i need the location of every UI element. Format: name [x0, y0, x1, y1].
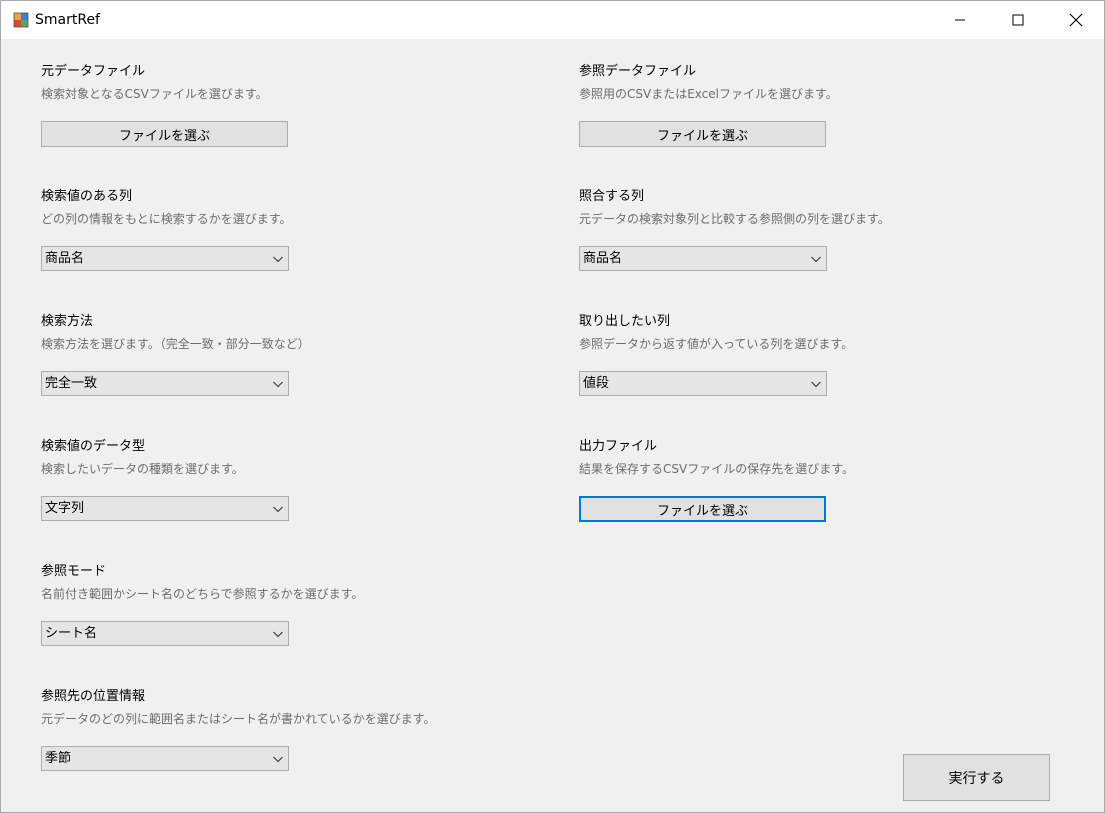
- chevron-down-icon: [273, 256, 283, 263]
- ref-location-select[interactable]: 季節: [41, 746, 289, 771]
- close-icon: [1069, 13, 1083, 27]
- data-type-select[interactable]: 文字列: [41, 496, 289, 521]
- data-type-desc: 検索したいデータの種類を選びます。: [41, 462, 244, 476]
- source-file-label: 元データファイル: [41, 64, 146, 79]
- ref-location-label: 参照先の位置情報: [41, 689, 146, 704]
- window-title: SmartRef: [35, 12, 100, 28]
- app-window: SmartRef 元データファイル 検索対象となるCSVファイルを選びます。 フ…: [0, 0, 1105, 813]
- search-column-value: 商品名: [45, 251, 85, 266]
- extract-column-desc: 参照データから返す値が入っている列を選びます。: [579, 337, 854, 351]
- ref-mode-value: シート名: [45, 626, 98, 641]
- chevron-down-icon: [273, 381, 283, 388]
- output-file-label: 出力ファイル: [579, 439, 658, 454]
- ref-file-desc: 参照用のCSVまたはExcelファイルを選びます。: [579, 87, 838, 101]
- search-column-select[interactable]: 商品名: [41, 246, 289, 271]
- data-type-value: 文字列: [45, 501, 85, 516]
- chevron-down-icon: [273, 631, 283, 638]
- close-button[interactable]: [1047, 1, 1105, 39]
- minimize-button[interactable]: [931, 1, 989, 39]
- match-column-desc: 元データの検索対象列と比較する参照側の列を選びます。: [579, 212, 890, 226]
- extract-column-value: 値段: [583, 376, 610, 391]
- chevron-down-icon: [273, 756, 283, 763]
- maximize-icon: [1012, 14, 1024, 26]
- ref-mode-select[interactable]: シート名: [41, 621, 289, 646]
- chevron-down-icon: [811, 256, 821, 263]
- match-column-select[interactable]: 商品名: [579, 246, 827, 271]
- output-file-button[interactable]: ファイルを選ぶ: [579, 496, 826, 522]
- minimize-icon: [955, 19, 965, 21]
- search-method-label: 検索方法: [41, 314, 94, 329]
- ref-mode-desc: 名前付き範囲かシート名のどちらで参照するかを選びます。: [41, 587, 364, 601]
- output-file-desc: 結果を保存するCSVファイルの保存先を選びます。: [579, 462, 855, 476]
- ref-file-button[interactable]: ファイルを選ぶ: [579, 121, 826, 147]
- title-bar[interactable]: SmartRef: [1, 1, 1104, 39]
- ref-location-value: 季節: [45, 751, 72, 766]
- search-method-desc: 検索方法を選びます。（完全一致・部分一致など）: [41, 337, 310, 351]
- extract-column-select[interactable]: 値段: [579, 371, 827, 396]
- chevron-down-icon: [811, 381, 821, 388]
- match-column-value: 商品名: [583, 251, 623, 266]
- ref-mode-label: 参照モード: [41, 564, 107, 579]
- maximize-button[interactable]: [989, 1, 1047, 39]
- data-type-label: 検索値のデータ型: [41, 439, 146, 454]
- execute-button[interactable]: 実行する: [903, 754, 1050, 801]
- ref-location-desc: 元データのどの列に範囲名またはシート名が書かれているかを選びます。: [41, 712, 436, 726]
- extract-column-label: 取り出したい列: [579, 314, 671, 329]
- search-column-desc: どの列の情報をもとに検索するかを選びます。: [41, 212, 292, 226]
- source-file-button[interactable]: ファイルを選ぶ: [41, 121, 288, 147]
- app-icon: [13, 12, 29, 28]
- match-column-label: 照合する列: [579, 189, 645, 204]
- ref-file-label: 参照データファイル: [579, 64, 697, 79]
- search-method-select[interactable]: 完全一致: [41, 371, 289, 396]
- source-file-desc: 検索対象となるCSVファイルを選びます。: [41, 87, 268, 101]
- search-method-value: 完全一致: [45, 376, 98, 391]
- chevron-down-icon: [273, 506, 283, 513]
- search-column-label: 検索値のある列: [41, 189, 133, 204]
